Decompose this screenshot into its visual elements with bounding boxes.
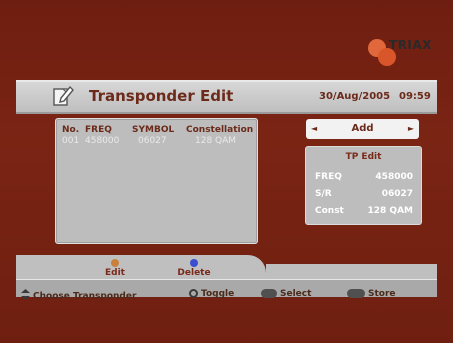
up-down-icon bbox=[21, 289, 30, 303]
row-no: 001 bbox=[62, 136, 80, 146]
osd-screen: TRIAX Transponder Edit 30/Aug/2005 09:59… bbox=[0, 0, 453, 343]
column-header-constellation: Constellation bbox=[186, 125, 254, 135]
blue-key-icon bbox=[190, 259, 198, 267]
brand-logo: TRIAX bbox=[362, 36, 432, 68]
mode-selector[interactable]: ◄ Add ► bbox=[306, 119, 419, 139]
row-constellation: 128 QAM bbox=[195, 136, 237, 146]
hint-label: Select bbox=[280, 289, 312, 299]
field-value-freq[interactable]: 458000 bbox=[375, 172, 413, 182]
edit-key-label: Edit bbox=[105, 268, 125, 278]
field-value-sr[interactable]: 06027 bbox=[382, 189, 413, 199]
color-key-tab-extension bbox=[266, 264, 437, 280]
column-header-no: No. bbox=[62, 125, 80, 135]
color-key-tab bbox=[16, 255, 266, 280]
field-label-sr: S/R bbox=[315, 189, 332, 199]
delete-key[interactable]: Delete bbox=[174, 259, 214, 278]
tp-edit-panel: TP Edit FREQ 458000 S/R 06027 Const 128 … bbox=[305, 146, 422, 225]
field-label-freq: FREQ bbox=[315, 172, 342, 182]
hint-select: Select bbox=[261, 289, 311, 299]
transponder-list[interactable]: No. FREQ SYMBOL Constellation 001 458000… bbox=[55, 118, 258, 244]
edit-key[interactable]: Edit bbox=[100, 259, 130, 278]
hint-label: Toggle bbox=[201, 289, 235, 299]
hint-choose-transponder: Choose Transponder bbox=[21, 289, 136, 303]
orange-key-icon bbox=[111, 259, 119, 267]
column-header-symbol: SYMBOL bbox=[132, 125, 175, 135]
field-label-const: Const bbox=[315, 206, 344, 216]
hint-toggle: Toggle bbox=[189, 289, 234, 299]
store-button-icon bbox=[347, 289, 365, 298]
ok-button-icon bbox=[261, 289, 277, 298]
brand-name: TRIAX bbox=[389, 38, 432, 52]
title-bar: Transponder Edit 30/Aug/2005 09:59 bbox=[16, 80, 437, 114]
hint-label: Store bbox=[368, 289, 396, 299]
row-freq: 458000 bbox=[85, 136, 120, 146]
hint-label: Choose Transponder bbox=[33, 291, 137, 302]
field-value-const[interactable]: 128 QAM bbox=[368, 206, 414, 216]
arrow-right-icon[interactable]: ► bbox=[408, 124, 414, 133]
edit-document-icon bbox=[52, 84, 74, 108]
o-button-icon bbox=[189, 289, 198, 298]
date-label: 30/Aug/2005 bbox=[319, 91, 391, 102]
hint-store: Store bbox=[347, 289, 396, 299]
mode-value: Add bbox=[351, 123, 374, 134]
column-header-freq: FREQ bbox=[85, 125, 112, 135]
page-title: Transponder Edit bbox=[89, 87, 234, 105]
time-label: 09:59 bbox=[399, 91, 431, 102]
tp-edit-title: TP Edit bbox=[345, 152, 382, 162]
row-symbol: 06027 bbox=[138, 136, 167, 146]
delete-key-label: Delete bbox=[177, 268, 211, 278]
